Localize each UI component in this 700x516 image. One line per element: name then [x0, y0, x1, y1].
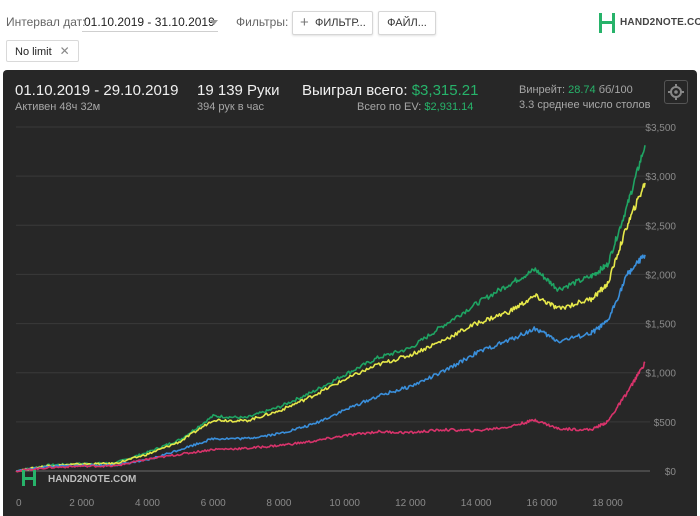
y-axis-ticks: $0 $500 $1,000 $1,500 $2,000 $2,500 $3,000 $3,5…	[645, 123, 676, 478]
y-tick-label: $2,500	[645, 221, 676, 232]
profit-chart: $0 $500 $1,000 $1,500 $2,000 $2,500 $3,000 $3,5…	[15, 123, 676, 509]
x-tick-label: 16 000	[527, 498, 558, 509]
chart-watermark: HAND2NOTE.COM	[22, 470, 136, 486]
x-tick-label: 18 000	[592, 498, 623, 509]
x-tick-label: 4 000	[135, 498, 160, 509]
x-tick-label: 12 000	[395, 498, 426, 509]
y-tick-label: $3,500	[645, 123, 676, 134]
series-line-1	[15, 182, 646, 473]
x-tick-label: 2 000	[69, 498, 94, 509]
x-tick-label: 14 000	[461, 498, 492, 509]
x-tick-label: 6 000	[201, 498, 226, 509]
x-tick-label: 10 000	[329, 498, 360, 509]
y-tick-label: $0	[665, 467, 677, 478]
x-tick-label: 0	[16, 498, 22, 509]
x-axis-ticks: 0 2 000 4 000 6 000 8 000 10 000 12 000 14 000 1…	[16, 498, 623, 509]
y-tick-label: $2,000	[645, 270, 676, 281]
chart-grid	[16, 126, 650, 472]
y-tick-label: $500	[654, 418, 677, 429]
y-tick-label: $3,000	[645, 172, 676, 183]
y-tick-label: $1,500	[645, 320, 676, 331]
x-tick-label: 8 000	[266, 498, 291, 509]
y-tick-label: $1,000	[645, 369, 676, 380]
watermark-text: HAND2NOTE.COM	[48, 474, 136, 485]
chart-series	[15, 145, 646, 473]
